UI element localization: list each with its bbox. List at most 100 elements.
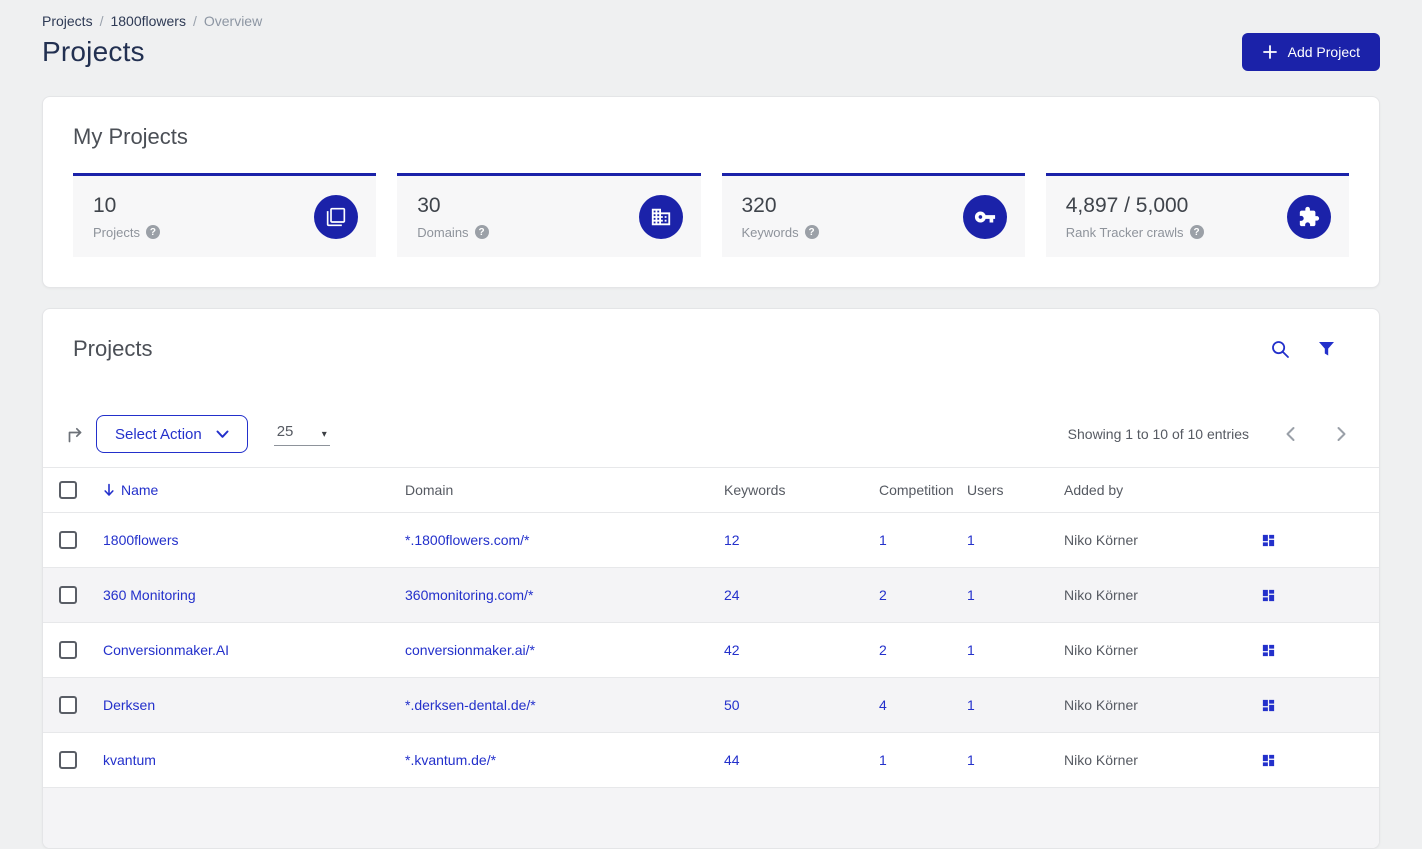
select-all-checkbox[interactable] — [59, 481, 77, 499]
domains-count: 30 — [417, 193, 441, 217]
column-header-added-by[interactable]: Added by — [1064, 482, 1259, 498]
dashboard-icon[interactable] — [1261, 643, 1276, 658]
users-count-link[interactable]: 1 — [967, 642, 1064, 658]
keywords-count-link[interactable]: 12 — [724, 532, 879, 548]
project-name-link[interactable]: Conversionmaker.AI — [103, 642, 405, 658]
breadcrumb-separator: / — [192, 13, 197, 29]
column-header-domain[interactable]: Domain — [405, 482, 724, 498]
added-by-value: Niko Körner — [1064, 587, 1138, 603]
table-toolbar: Select Action 25 ▾ Showing 1 to 10 of 10… — [43, 415, 1379, 453]
chevron-left-icon[interactable] — [1285, 426, 1296, 442]
stat-tile-rank-tracker: 4,897 / 5,000 Rank Tracker crawls ? — [1045, 173, 1349, 257]
sort-arrow-down-icon — [103, 483, 115, 497]
rank-tracker-count: 4,897 / 5,000 — [1065, 193, 1189, 217]
select-action-label: Select Action — [115, 425, 202, 443]
keywords-count: 320 — [741, 193, 777, 217]
my-projects-title: My Projects — [73, 124, 188, 149]
domains-count-label: Domains — [417, 224, 469, 240]
key-icon — [962, 194, 1007, 239]
keywords-count-link[interactable]: 44 — [724, 752, 879, 768]
page-title: Projects — [42, 36, 145, 67]
column-header-competition[interactable]: Competition — [879, 482, 967, 498]
added-by-value: Niko Körner — [1064, 642, 1138, 658]
competition-count-link[interactable]: 4 — [879, 697, 967, 713]
project-name-link[interactable]: 1800flowers — [103, 532, 405, 548]
help-icon[interactable]: ? — [1189, 225, 1204, 239]
project-domain-link[interactable]: conversionmaker.ai/* — [405, 642, 724, 658]
add-project-label: Add Project — [1287, 44, 1360, 60]
export-icon[interactable] — [65, 424, 86, 445]
users-count-link[interactable]: 1 — [967, 697, 1064, 713]
table-header-row: Name Domain Keywords Competition Users A… — [43, 467, 1379, 513]
row-checkbox[interactable] — [59, 586, 77, 604]
title-row: Projects Add Project — [42, 33, 1380, 71]
added-by-value: Niko Körner — [1064, 697, 1138, 713]
table-row: kvantum *.kvantum.de/* 44 1 1 Niko Körne… — [43, 733, 1379, 788]
competition-count-link[interactable]: 2 — [879, 587, 967, 603]
help-icon[interactable]: ? — [145, 225, 160, 239]
column-header-users[interactable]: Users — [967, 482, 1064, 498]
breadcrumb-1800flowers[interactable]: 1800flowers — [110, 13, 186, 29]
showing-entries-text: Showing 1 to 10 of 10 entries — [1067, 426, 1249, 442]
keywords-count-link[interactable]: 42 — [724, 642, 879, 658]
dashboard-icon[interactable] — [1261, 698, 1276, 713]
keywords-count-link[interactable]: 50 — [724, 697, 879, 713]
table-row: 360 Monitoring 360monitoring.com/* 24 2 … — [43, 568, 1379, 623]
keywords-count-link[interactable]: 24 — [724, 587, 879, 603]
table-row: 1800flowers *.1800flowers.com/* 12 1 1 N… — [43, 513, 1379, 568]
stat-tile-keywords: 320 Keywords ? — [721, 173, 1025, 257]
users-count-link[interactable]: 1 — [967, 532, 1064, 548]
competition-count-link[interactable]: 1 — [879, 752, 967, 768]
chevron-down-icon — [216, 430, 229, 439]
breadcrumb-separator: / — [99, 13, 104, 29]
page-size-select[interactable]: 25 ▾ — [273, 422, 330, 446]
dashboard-icon[interactable] — [1261, 533, 1276, 548]
row-checkbox[interactable] — [59, 641, 77, 659]
table-row-partial — [43, 788, 1379, 848]
project-name-link[interactable]: kvantum — [103, 752, 405, 768]
stat-tiles: 10 Projects ? 30 Domains ? 320 Keywords … — [73, 173, 1349, 257]
search-icon[interactable] — [1271, 340, 1290, 359]
competition-count-link[interactable]: 2 — [879, 642, 967, 658]
stat-tile-domains: 30 Domains ? — [397, 173, 701, 257]
users-count-link[interactable]: 1 — [967, 587, 1064, 603]
page-size-value: 25 — [276, 422, 294, 440]
column-header-name[interactable]: Name — [103, 482, 405, 498]
projects-card-title: Projects — [73, 336, 153, 361]
rank-tracker-label: Rank Tracker crawls — [1065, 224, 1184, 240]
help-icon[interactable]: ? — [804, 225, 819, 239]
projects-table-card: Projects Select Action 25 ▾ Showing 1 to… — [42, 308, 1380, 849]
add-project-button[interactable]: Add Project — [1241, 33, 1380, 71]
project-name-link[interactable]: Derksen — [103, 697, 405, 713]
keywords-count-label: Keywords — [741, 224, 799, 240]
help-icon[interactable]: ? — [474, 225, 489, 239]
project-domain-link[interactable]: *.kvantum.de/* — [405, 752, 724, 768]
row-checkbox[interactable] — [59, 696, 77, 714]
projects-count-label: Projects — [93, 224, 140, 240]
dashboard-icon[interactable] — [1261, 588, 1276, 603]
puzzle-icon — [1287, 194, 1331, 239]
users-count-link[interactable]: 1 — [967, 752, 1064, 768]
projects-count: 10 — [93, 193, 117, 217]
project-domain-link[interactable]: 360monitoring.com/* — [405, 587, 724, 603]
breadcrumb-overview: Overview — [203, 13, 263, 29]
breadcrumb: Projects / 1800flowers / Overview — [42, 13, 1380, 29]
row-checkbox[interactable] — [59, 751, 77, 769]
row-checkbox[interactable] — [59, 531, 77, 549]
project-domain-link[interactable]: *.derksen-dental.de/* — [405, 697, 724, 713]
table-row: Conversionmaker.AI conversionmaker.ai/* … — [43, 623, 1379, 678]
project-name-link[interactable]: 360 Monitoring — [103, 587, 405, 603]
project-domain-link[interactable]: *.1800flowers.com/* — [405, 532, 724, 548]
table-row: Derksen *.derksen-dental.de/* 50 4 1 Nik… — [43, 678, 1379, 733]
column-header-keywords[interactable]: Keywords — [724, 482, 879, 498]
dashboard-icon[interactable] — [1261, 753, 1276, 768]
breadcrumb-projects[interactable]: Projects — [42, 13, 93, 29]
my-projects-card: My Projects 10 Projects ? 30 Domains ? 3… — [42, 96, 1380, 288]
page: Projects / 1800flowers / Overview Projec… — [0, 0, 1422, 849]
select-action-dropdown[interactable]: Select Action — [96, 415, 248, 453]
filter-icon[interactable] — [1318, 341, 1335, 357]
dropdown-caret-icon: ▾ — [321, 428, 327, 440]
chevron-right-icon[interactable] — [1336, 426, 1347, 442]
competition-count-link[interactable]: 1 — [879, 532, 967, 548]
projects-copy-icon — [314, 194, 359, 239]
